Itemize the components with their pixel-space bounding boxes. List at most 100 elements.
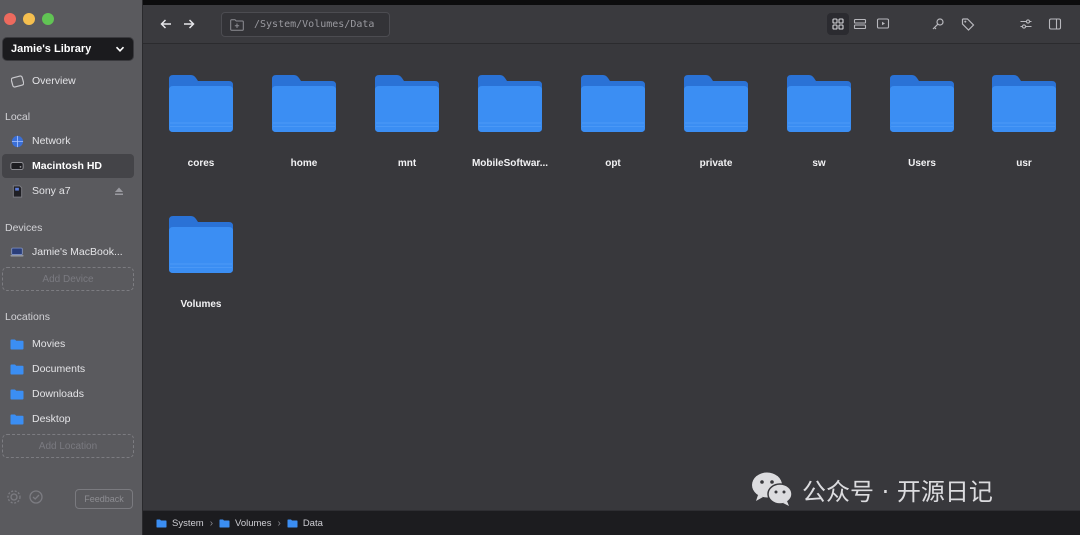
folder-icon [10,412,24,426]
check-circle-icon[interactable] [28,489,44,505]
folder-icon [156,519,167,527]
key-icon [932,18,944,30]
minimize-window-button[interactable] [23,13,35,25]
sidebar-item-label: Documents [32,363,86,375]
section-devices: Devices [5,222,43,234]
chevron-right-icon: › [209,517,214,529]
sidebar-right-icon [1048,18,1062,30]
library-name: Jamie's Library [11,43,92,55]
watermark-text: 公众号 · 开源日记 [802,477,993,506]
folder-icon [478,75,542,132]
arrow-left-icon [160,19,171,29]
eject-icon[interactable] [114,186,124,196]
path-field[interactable]: /System/Volumes/Data [221,12,390,37]
folder-icon [272,75,336,132]
breadcrumb-label: Data [302,517,323,529]
zoom-window-button[interactable] [42,13,54,25]
sidebar-item-documents[interactable]: Documents [2,357,134,381]
play-icon [876,18,890,29]
breadcrumb-volumes[interactable]: Volumes [219,518,271,529]
folder-item[interactable]: mnt [352,73,462,193]
folder-icon [169,216,233,273]
folder-label: mnt [397,158,417,169]
sidebar-item-network[interactable]: Network [2,129,134,153]
sidebar-item-label: Sony a7 [32,185,71,197]
folder-icon [684,75,748,132]
sidebar-item-downloads[interactable]: Downloads [2,382,134,406]
globe-icon [10,134,24,148]
main-content: /System/Volumes/Data cores home mnt Mobi… [143,5,1080,510]
folder-item[interactable]: cores [146,73,256,193]
folder-icon [10,362,24,376]
sd-card-icon [10,184,24,198]
folder-item[interactable]: Volumes [146,214,256,334]
close-window-button[interactable] [4,13,16,25]
overview-icon [10,74,24,88]
inspector-toggle-button[interactable] [1044,13,1066,35]
breadcrumb-system[interactable]: System [156,518,204,529]
folder-label: home [290,158,318,169]
forward-button[interactable] [178,13,200,35]
folder-item[interactable]: sw [764,73,874,193]
back-button[interactable] [155,13,177,35]
folder-item[interactable]: opt [558,73,668,193]
media-view-button[interactable] [872,13,894,35]
list-view-button[interactable] [849,13,871,35]
folder-label: Volumes [180,299,222,310]
folder-icon [219,519,230,527]
folder-icon [287,519,298,527]
library-selector[interactable]: Jamie's Library [2,37,134,61]
sidebar-item-desktop[interactable]: Desktop [2,407,134,431]
breadcrumb-data[interactable]: Data [287,518,323,529]
sidebar-item-movies[interactable]: Movies [2,332,134,356]
folder-item[interactable]: MobileSoftwar... [455,73,565,193]
add-device-button[interactable]: Add Device [2,267,134,291]
folder-icon [890,75,954,132]
arrow-right-icon [184,19,195,29]
sidebar-item-sony-a7[interactable]: Sony a7 [2,179,134,203]
grid-icon [832,18,844,30]
feedback-button[interactable]: Feedback [75,489,133,509]
sidebar-item-device[interactable]: Jamie's MacBook... [2,240,134,264]
folder-label: cores [187,158,215,169]
folder-icon [10,337,24,351]
list-icon [853,18,867,30]
add-location-button[interactable]: Add Location [2,434,134,458]
folder-label: opt [605,158,621,169]
sidebar-item-overview[interactable]: Overview [2,69,134,93]
search-button[interactable] [927,13,949,35]
tags-button[interactable] [957,13,979,35]
folder-label: usr [1016,158,1032,169]
sidebar-item-macintosh-hd[interactable]: Macintosh HD [2,154,134,178]
folder-label: private [699,158,733,169]
folder-item[interactable]: Users [867,73,977,193]
options-button[interactable] [1015,13,1037,35]
folder-label: sw [812,158,826,169]
folder-icon [10,387,24,401]
sidebar-item-label: Jamie's MacBook... [32,246,123,258]
breadcrumb-label: System [172,517,204,529]
hard-drive-icon [10,159,24,173]
path-bar: System › Volumes › Data [143,510,1080,535]
folder-item[interactable]: usr [969,73,1079,193]
chevron-right-icon: › [277,517,281,529]
sidebar-item-label: Movies [32,338,66,350]
folder-icon [169,75,233,132]
folder-item[interactable]: home [249,73,359,193]
window-controls [4,13,54,25]
gear-icon[interactable] [6,489,22,505]
section-locations: Locations [5,311,50,323]
sidebar-footer [6,489,44,505]
wechat-icon [752,472,793,506]
sidebar: Jamie's Library Overview Local Network M… [0,0,143,535]
folder-icon [992,75,1056,132]
grid-view-button[interactable] [827,13,849,35]
folder-plus-icon [230,18,244,31]
folder-icon [581,75,645,132]
sidebar-item-label: Network [32,135,71,147]
toolbar: /System/Volumes/Data [143,5,1080,44]
path-text: /System/Volumes/Data [254,19,375,30]
sidebar-item-label: Macintosh HD [32,160,103,172]
sliders-icon [1020,19,1032,29]
folder-item[interactable]: private [661,73,771,193]
